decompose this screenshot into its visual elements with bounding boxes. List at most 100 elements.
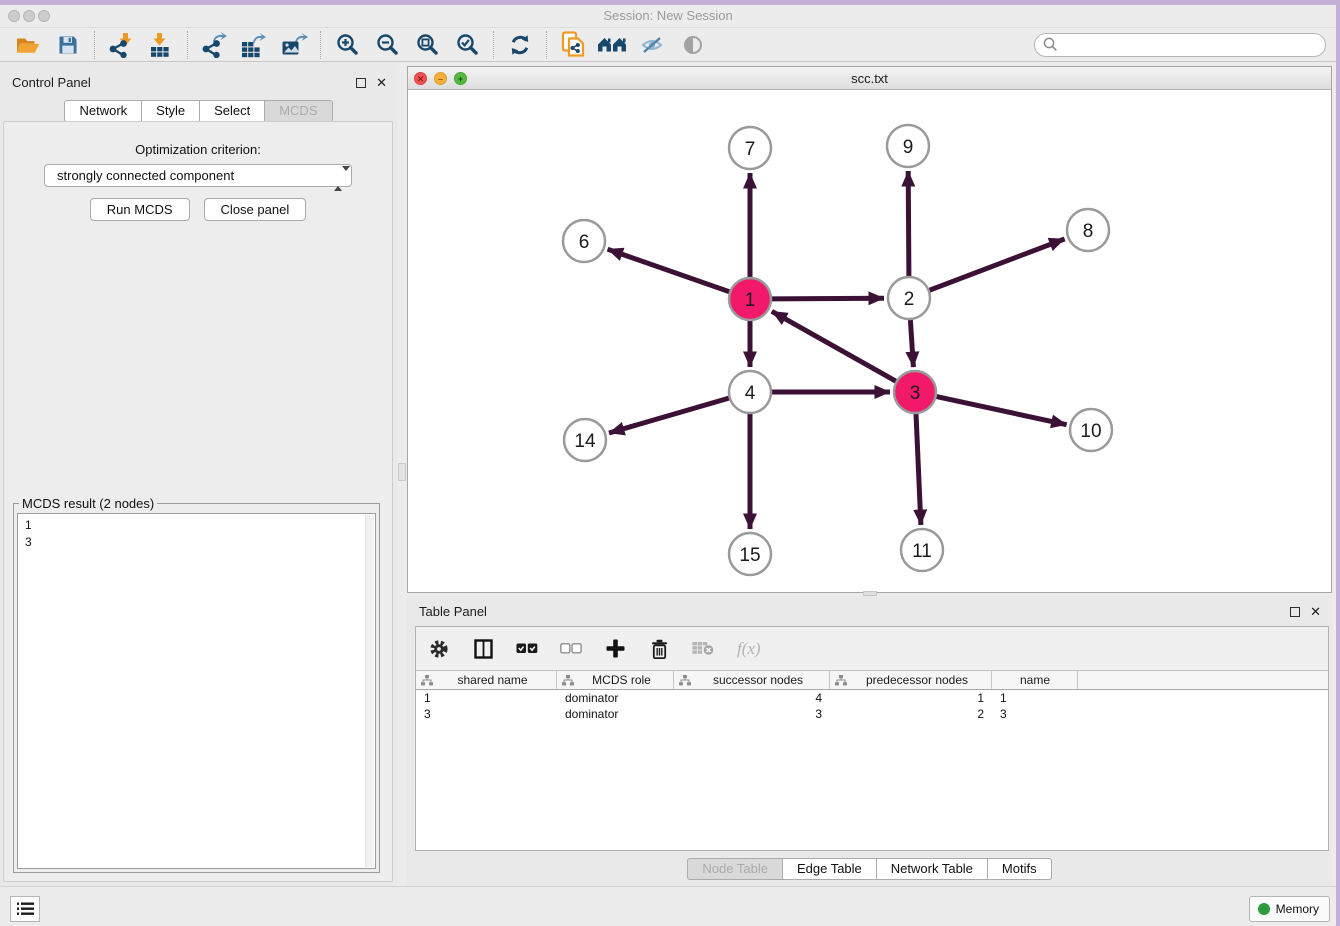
tab-edge-table[interactable]: Edge Table: [783, 858, 877, 880]
graph-edge-1-2[interactable]: [772, 298, 884, 299]
mcds-result-box: MCDS result (2 nodes) 1 3: [13, 496, 380, 873]
graph-node-9[interactable]: 9: [887, 125, 929, 167]
cell-predecessor-nodes[interactable]: 1: [830, 690, 992, 706]
export-image-button[interactable]: [279, 30, 309, 60]
graph-edge-3-11[interactable]: [916, 414, 921, 525]
show-columns-button[interactable]: [472, 636, 494, 662]
graph-node-label: 15: [739, 545, 760, 566]
unselect-all-button[interactable]: [560, 636, 582, 662]
graph-node-1[interactable]: 1: [729, 278, 771, 320]
graph-node-15[interactable]: 15: [729, 533, 771, 575]
graph-edge-3-1[interactable]: [772, 311, 896, 381]
control-panel-header: Control Panel ✕: [0, 75, 397, 93]
cell-mcds-role[interactable]: dominator: [557, 706, 674, 722]
graph-node-14[interactable]: 14: [564, 419, 606, 461]
function-builder-button[interactable]: f(x): [737, 636, 761, 662]
run-mcds-button[interactable]: Run MCDS: [90, 198, 190, 221]
search-input[interactable]: [1062, 36, 1325, 54]
task-history-button[interactable]: [10, 896, 40, 922]
import-network-button[interactable]: [106, 30, 136, 60]
zoom-out-icon: [376, 33, 399, 56]
attribute-tree-icon: [679, 675, 691, 686]
float-table-panel-icon[interactable]: [1290, 607, 1300, 617]
close-panel-icon[interactable]: ✕: [376, 75, 387, 91]
graph-edge-2-8[interactable]: [930, 239, 1065, 290]
search-box[interactable]: [1034, 33, 1326, 57]
tab-node-table[interactable]: Node Table: [687, 858, 783, 880]
panel-splitter[interactable]: [397, 63, 407, 886]
splitter-grip[interactable]: [398, 463, 406, 481]
graph-edge-1-6[interactable]: [608, 249, 730, 292]
close-table-panel-icon[interactable]: ✕: [1310, 604, 1321, 620]
cell-shared-name[interactable]: 1: [416, 690, 557, 706]
select-all-button[interactable]: [516, 636, 538, 662]
graph-node-2[interactable]: 2: [888, 277, 930, 319]
export-table-button[interactable]: [239, 30, 269, 60]
add-row-button[interactable]: [604, 636, 626, 662]
graph-node-10[interactable]: 10: [1070, 409, 1112, 451]
delete-row-button[interactable]: [648, 636, 670, 662]
tab-motifs[interactable]: Motifs: [988, 858, 1052, 880]
cell-mcds-role[interactable]: dominator: [557, 690, 674, 706]
graph-edge-4-14[interactable]: [609, 398, 729, 433]
tab-style[interactable]: Style: [142, 100, 200, 122]
window-title: Session: New Session: [0, 8, 1336, 23]
graph-edge-2-9[interactable]: [908, 171, 909, 276]
table-settings-button[interactable]: [428, 636, 450, 662]
node-table[interactable]: shared name MCDS role successor nodes pr…: [416, 670, 1328, 850]
tab-select[interactable]: Select: [200, 100, 265, 122]
refresh-button[interactable]: [505, 30, 535, 60]
graph-node-11[interactable]: 11: [901, 529, 943, 571]
tab-network-table[interactable]: Network Table: [877, 858, 988, 880]
cell-successor-nodes[interactable]: 4: [674, 690, 830, 706]
column-header-successor-nodes[interactable]: successor nodes: [674, 671, 830, 689]
graph-node-label: 3: [910, 383, 921, 404]
first-neighbors-button[interactable]: [598, 30, 628, 60]
cell-name[interactable]: 1: [992, 690, 1078, 706]
graph-node-7[interactable]: 7: [729, 127, 771, 169]
column-header-mcds-role[interactable]: MCDS role: [557, 671, 674, 689]
criterion-select[interactable]: strongly connected component: [44, 164, 352, 187]
graph-node-8[interactable]: 8: [1067, 209, 1109, 251]
graph-edge-2-3[interactable]: [910, 320, 913, 367]
save-session-button[interactable]: [53, 30, 83, 60]
tab-network[interactable]: Network: [64, 100, 142, 122]
clone-network-button[interactable]: [558, 30, 588, 60]
graph-node-3[interactable]: 3: [894, 371, 936, 413]
network-graph[interactable]: 7 9 6 8 1 2 4 3 14 10 15 11: [408, 91, 1331, 594]
cell-successor-nodes[interactable]: 3: [674, 706, 830, 722]
graph-node-4[interactable]: 4: [729, 371, 771, 413]
show-all-button[interactable]: [678, 30, 708, 60]
node-table-container: f(x) shared name MCDS role successor nod…: [415, 626, 1329, 851]
float-panel-icon[interactable]: [356, 78, 366, 88]
column-header-shared-name[interactable]: shared name: [416, 671, 557, 689]
toolbar-separator: [493, 31, 494, 59]
mcds-result-list[interactable]: 1 3: [17, 513, 376, 869]
column-header-name[interactable]: name: [992, 671, 1078, 689]
memory-button[interactable]: Memory: [1249, 896, 1330, 922]
export-network-button[interactable]: [199, 30, 229, 60]
hide-selected-button[interactable]: [638, 30, 668, 60]
result-scrollbar[interactable]: [365, 515, 374, 867]
search-icon: [1043, 37, 1058, 52]
tab-mcds[interactable]: MCDS: [265, 100, 332, 122]
app-window: Session: New Session: [0, 5, 1336, 926]
main-area: Control Panel ✕ Network Style Select MCD…: [0, 63, 1336, 886]
zoom-out-button[interactable]: [372, 30, 402, 60]
delete-table-button[interactable]: [692, 636, 715, 662]
cell-name[interactable]: 3: [992, 706, 1078, 722]
graph-edge-3-10[interactable]: [937, 397, 1067, 425]
zoom-in-button[interactable]: [332, 30, 362, 60]
zoom-fit-button[interactable]: [412, 30, 442, 60]
close-panel-button[interactable]: Close panel: [204, 198, 307, 221]
network-canvas[interactable]: 7 9 6 8 1 2 4 3 14 10 15 11: [408, 91, 1331, 592]
column-header-predecessor-nodes[interactable]: predecessor nodes: [830, 671, 992, 689]
table-row[interactable]: 1 dominator 4 1 1: [416, 690, 1328, 706]
table-row[interactable]: 3 dominator 3 2 3: [416, 706, 1328, 722]
graph-node-6[interactable]: 6: [563, 220, 605, 262]
import-table-button[interactable]: [146, 30, 176, 60]
zoom-selected-button[interactable]: [452, 30, 482, 60]
open-session-button[interactable]: [13, 30, 43, 60]
cell-shared-name[interactable]: 3: [416, 706, 557, 722]
cell-predecessor-nodes[interactable]: 2: [830, 706, 992, 722]
